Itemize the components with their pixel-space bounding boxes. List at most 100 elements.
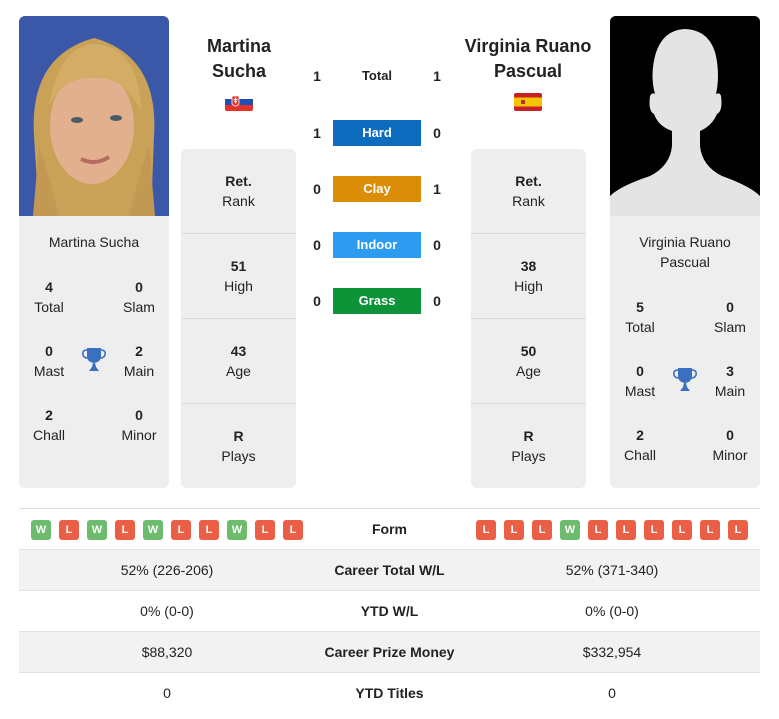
- player-left-ytd-titles: 0: [163, 685, 171, 701]
- player-left-card-name: Martina Sucha: [48, 234, 140, 250]
- career-wl-row: 52% (226-206) Career Total W/L 52% (371-…: [19, 550, 760, 591]
- player-right-first-name: Virginia Ruano: [464, 36, 592, 56]
- player-right-titles-card: Virginia Ruano Pascual 5 Total 0 Slam 0 …: [610, 216, 760, 488]
- h2h-left-count: 0: [313, 293, 321, 309]
- titles-total: 5 Total: [625, 299, 655, 335]
- form-badge-loss[interactable]: L: [199, 520, 219, 540]
- titles-main: 3 Main: [714, 363, 746, 399]
- form-badge-win[interactable]: W: [143, 520, 163, 540]
- titles-minor: 0 Minor: [712, 427, 748, 463]
- form-badge-loss[interactable]: L: [283, 520, 303, 540]
- player-right-silhouette: [610, 16, 760, 216]
- surface-clay-button[interactable]: Clay: [333, 176, 421, 202]
- ytd-titles-label: YTD Titles: [355, 685, 424, 701]
- ytd-titles-row: 0 YTD Titles 0: [19, 673, 760, 714]
- form-badge-win[interactable]: W: [227, 520, 247, 540]
- player-left-prize-money: $88,320: [141, 644, 193, 660]
- titles-main: 2 Main: [123, 343, 155, 379]
- h2h-left-count: 0: [313, 237, 321, 253]
- titles-mast: 0 Mast: [624, 363, 656, 399]
- h2h-left-count: 0: [313, 181, 321, 197]
- high-cell: 51 High: [181, 234, 296, 319]
- ytd-wl-row: 0% (0-0) YTD W/L 0% (0-0): [19, 591, 760, 632]
- rank-cell: Ret. Rank: [471, 149, 586, 234]
- player-left-last-name: Sucha: [211, 61, 267, 81]
- form-badge-loss[interactable]: L: [532, 520, 552, 540]
- form-badge-loss[interactable]: L: [59, 520, 79, 540]
- player-right-form: LLLWLLLLLL: [476, 520, 748, 540]
- player-right-photo: [610, 16, 760, 216]
- player-left-rank-card: Ret. Rank 51 High 43 Age R Plays: [181, 149, 296, 488]
- surface-hard-button[interactable]: Hard: [333, 120, 421, 146]
- form-badge-loss[interactable]: L: [672, 520, 692, 540]
- titles-minor: 0 Minor: [121, 407, 157, 443]
- player-right-ytd-wl: 0% (0-0): [585, 603, 639, 619]
- h2h-row-hard: 1 Hard 0: [300, 120, 460, 146]
- comparison-table: WLWLWLLWLL Form LLLWLLLLLL 52% (226-206)…: [19, 508, 760, 714]
- form-badge-loss[interactable]: L: [588, 520, 608, 540]
- titles-chall: 2 Chall: [33, 407, 65, 443]
- form-badge-loss[interactable]: L: [700, 520, 720, 540]
- h2h-left-count: 1: [313, 68, 321, 84]
- form-badge-win[interactable]: W: [31, 520, 51, 540]
- titles-mast: 0 Mast: [33, 343, 65, 379]
- age-cell: 43 Age: [181, 319, 296, 404]
- titles-chall: 2 Chall: [624, 427, 656, 463]
- h2h-row-clay: 0 Clay 1: [300, 176, 460, 202]
- surface-indoor-button[interactable]: Indoor: [333, 232, 421, 258]
- high-cell: 38 High: [471, 234, 586, 319]
- slovakia-flag-icon: [225, 93, 253, 111]
- career-wl-label: Career Total W/L: [334, 562, 445, 578]
- ytd-wl-label: YTD W/L: [360, 603, 419, 619]
- player-left-photo: [19, 16, 169, 216]
- player-right-prize-money: $332,954: [582, 644, 642, 660]
- form-badge-loss[interactable]: L: [728, 520, 748, 540]
- form-badge-win[interactable]: W: [560, 520, 580, 540]
- h2h-row-grass: 0 Grass 0: [300, 288, 460, 314]
- age-cell: 50 Age: [471, 319, 586, 404]
- h2h-right-count: 1: [433, 181, 441, 197]
- player-right-last-name: Pascual: [493, 61, 563, 81]
- form-badge-loss[interactable]: L: [644, 520, 664, 540]
- h2h-row-total: 1 Total 1: [300, 63, 460, 89]
- form-badge-loss[interactable]: L: [616, 520, 636, 540]
- h2h-row-indoor: 0 Indoor 0: [300, 232, 460, 258]
- trophy-icon: [82, 347, 106, 373]
- player-left-first-name: Martina: [206, 36, 271, 56]
- surface-total-label: Total: [361, 68, 393, 83]
- prize-money-row: $88,320 Career Prize Money $332,954: [19, 632, 760, 673]
- form-badge-win[interactable]: W: [87, 520, 107, 540]
- h2h-right-count: 0: [433, 125, 441, 141]
- player-right-card-name: Virginia Ruano Pascual: [639, 234, 731, 270]
- player-right-career-wl: 52% (371-340): [565, 562, 659, 578]
- titles-total: 4 Total: [34, 279, 64, 315]
- plays-cell: R Plays: [511, 428, 546, 464]
- player-left-name-heading[interactable]: Martina Sucha: [164, 34, 314, 84]
- form-badge-loss[interactable]: L: [171, 520, 191, 540]
- player-right-name-heading[interactable]: Virginia Ruano Pascual: [453, 34, 603, 84]
- player-left-portrait: [19, 16, 169, 216]
- form-row: WLWLWLLWLL Form LLLWLLLLLL: [19, 509, 760, 550]
- h2h-right-count: 0: [433, 293, 441, 309]
- titles-slam: 0 Slam: [714, 299, 746, 335]
- player-right-ytd-titles: 0: [608, 685, 616, 701]
- rank-cell: Ret. Rank: [181, 149, 296, 234]
- h2h-right-count: 0: [433, 237, 441, 253]
- player-left-form: WLWLWLLWLL: [31, 520, 303, 540]
- h2h-left-count: 1: [313, 125, 321, 141]
- trophy-icon: [673, 367, 697, 393]
- form-label: Form: [372, 521, 407, 537]
- player-left-titles-card: Martina Sucha 4 Total 0 Slam 0 Mast 2 Ma…: [19, 216, 169, 488]
- h2h-right-count: 1: [433, 68, 441, 84]
- surface-grass-button[interactable]: Grass: [333, 288, 421, 314]
- player-left-ytd-wl: 0% (0-0): [140, 603, 194, 619]
- prize-money-label: Career Prize Money: [324, 644, 455, 660]
- form-badge-loss[interactable]: L: [115, 520, 135, 540]
- spain-flag-icon: [514, 93, 542, 111]
- plays-cell: R Plays: [221, 428, 256, 464]
- form-badge-loss[interactable]: L: [255, 520, 275, 540]
- form-badge-loss[interactable]: L: [476, 520, 496, 540]
- player-right-rank-card: Ret. Rank 38 High 50 Age R Plays: [471, 149, 586, 488]
- player-left-career-wl: 52% (226-206): [120, 562, 214, 578]
- form-badge-loss[interactable]: L: [504, 520, 524, 540]
